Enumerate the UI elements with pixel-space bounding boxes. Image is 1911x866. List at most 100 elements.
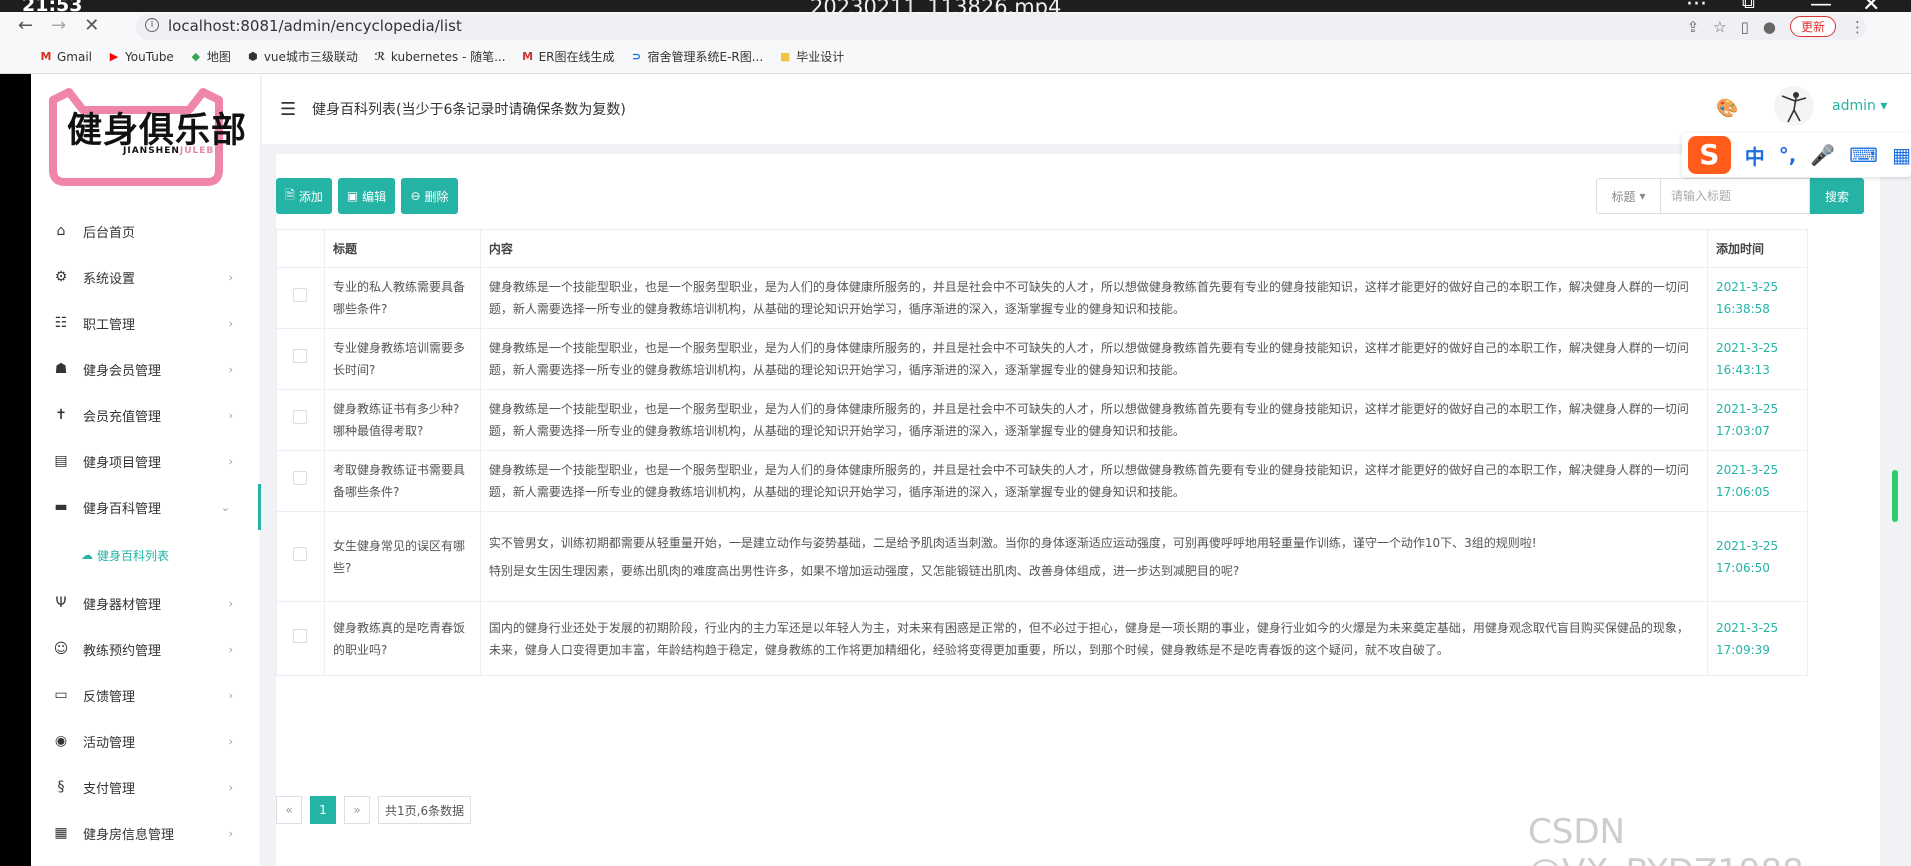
- search-input[interactable]: [1660, 178, 1810, 214]
- stop-icon[interactable]: ✕: [84, 15, 99, 36]
- bookmark-item[interactable]: ℛkubernetes - 随笔...: [374, 48, 506, 65]
- sidebar-item-label: 反馈管理: [83, 689, 136, 705]
- bookmark-item[interactable]: M ER图在线生成: [522, 48, 614, 65]
- update-button[interactable]: 更新: [1789, 16, 1836, 37]
- menu-icon: ◉: [54, 733, 68, 749]
- bookmark-item[interactable]: M Gmail: [40, 50, 93, 64]
- encyclopedia-table: 标题 内容 添加时间 专业的私人教练需要具备哪些条件? 健身教练是一个技能型职业，…: [276, 229, 1808, 676]
- table-row[interactable]: 健身教练证书有多少种? 哪种最值得考取? 健身教练是一个技能型职业，也是一个服务型…: [276, 389, 1808, 451]
- menu-kebab-icon[interactable]: ⋮: [1850, 18, 1865, 36]
- url-text[interactable]: localhost:8081/admin/encyclopedia/list: [168, 17, 462, 35]
- sidebar-item[interactable]: ▤ 健身项目管理 ›: [31, 438, 261, 484]
- video-close-icon[interactable]: ✕: [1862, 0, 1880, 17]
- sidebar-item-label: 教练预约管理: [83, 643, 162, 659]
- row-checkbox[interactable]: [293, 410, 308, 424]
- ime-tool-icon[interactable]: 中: [1745, 141, 1765, 170]
- sidebar-icon[interactable]: ▯: [1741, 18, 1749, 36]
- chevron-icon: ›: [228, 688, 233, 702]
- row-content-text-2: 特别是女生因生理因素，要练出肌肉的难度高出男性许多，如果不增加运动强度，又怎能锻…: [488, 563, 1240, 578]
- sidebar-item[interactable]: ▭ 反馈管理 ›: [31, 672, 261, 718]
- row-checkbox[interactable]: [293, 349, 308, 363]
- table-row[interactable]: 女生健身常见的误区有哪些? 实不管男女，训练初期都需要从轻重量开始，一是建立动作与…: [276, 511, 1808, 602]
- sidebar-item-label: 系统设置: [83, 271, 136, 287]
- bookmark-item[interactable]: ⬢ vue城市三级联动: [247, 48, 358, 65]
- page-1-button[interactable]: 1: [310, 796, 336, 824]
- next-page-button[interactable]: »: [344, 796, 370, 824]
- row-time: 2021-3-25 17:09:39: [1707, 601, 1808, 676]
- bookmark-label: kubernetes - 随笔...: [390, 50, 506, 64]
- prev-page-button[interactable]: «: [276, 796, 302, 824]
- sidebar-item[interactable]: ◉ 活动管理 ›: [31, 718, 261, 764]
- theme-palette-icon[interactable]: 🎨: [1716, 98, 1738, 119]
- search-field-select[interactable]: 标题 ▾: [1596, 178, 1660, 214]
- menu-icon: ✝: [55, 407, 67, 423]
- video-minimize-icon[interactable]: —: [1810, 0, 1832, 17]
- sidebar-item-label: 健身项目管理: [83, 455, 162, 471]
- delete-button-label: 删除: [424, 189, 449, 204]
- bookmark-item[interactable]: ■ 毕业设计: [779, 48, 844, 65]
- delete-button[interactable]: ⊖ 删除: [401, 178, 458, 214]
- table-row[interactable]: 考取健身教练证书需要具备哪些条件? 健身教练是一个技能型职业，也是一个服务型职业，…: [276, 450, 1808, 512]
- row-checkbox[interactable]: [293, 288, 308, 302]
- content-card: 🗎添加 ▣编辑 ⊖删除 标题▾ 搜索 标题 内容 添加时间 专业的私人教练需要具…: [276, 154, 1880, 866]
- row-checkbox[interactable]: [293, 546, 308, 561]
- sidebar-item[interactable]: ☗ 健身会员管理 ›: [31, 346, 261, 392]
- video-more-icon[interactable]: ···: [1686, 0, 1707, 17]
- sogou-logo-icon[interactable]: S: [1688, 136, 1731, 174]
- avatar[interactable]: [1774, 86, 1814, 126]
- site-info-icon[interactable]: i: [145, 18, 159, 32]
- row-checkbox-cell: [276, 601, 325, 676]
- bookmark-icon: M: [522, 49, 534, 63]
- sidebar-item[interactable]: ⚙ 系统设置 ›: [31, 254, 261, 300]
- add-button[interactable]: 🗎 添加: [276, 178, 332, 214]
- sidebar-item[interactable]: ▦ 健身房信息管理 ›: [31, 810, 261, 856]
- bookmark-item[interactable]: ◆ 地图: [190, 48, 231, 65]
- chevron-icon: ›: [228, 642, 233, 656]
- row-checkbox[interactable]: [293, 628, 308, 643]
- page-title: 健身百科列表(当少于6条记录时请确保条数为复数): [312, 102, 626, 118]
- share-icon[interactable]: ⇪: [1687, 18, 1700, 36]
- menu-icon: ⌂: [56, 223, 66, 239]
- row-checkbox[interactable]: [293, 471, 308, 485]
- bookmark-icon: ■: [779, 49, 791, 63]
- bookmark-icon: ⊃: [631, 49, 642, 63]
- profile-icon[interactable]: ●: [1763, 18, 1776, 36]
- table-row[interactable]: 专业健身教练培训需要多长时间? 健身教练是一个技能型职业，也是一个服务型职业，是为…: [276, 328, 1808, 390]
- sidebar-item[interactable]: Ψ 健身器材管理 ›: [31, 580, 261, 626]
- ime-tool-icon[interactable]: ▦: [1892, 143, 1911, 167]
- menu-icon: Ψ: [55, 595, 67, 611]
- back-icon[interactable]: ←: [18, 15, 33, 36]
- row-checkbox-cell: [276, 450, 325, 512]
- scrollbar-thumb[interactable]: [1892, 470, 1898, 522]
- sidebar-subitem-encyclopedia-list[interactable]: ☁ 健身百科列表: [31, 530, 261, 580]
- ime-tool-icon[interactable]: 🎤: [1810, 143, 1835, 167]
- video-pip-icon[interactable]: ⧉: [1742, 0, 1755, 13]
- bookmark-item[interactable]: ⊃ 宿舍管理系统E-R图...: [630, 48, 763, 65]
- sidebar-item[interactable]: ⌂ 后台首页: [31, 208, 261, 254]
- sidebar-item-label: 健身百科管理: [83, 501, 162, 517]
- pagination: « 1 » 共1页,6条数据: [276, 796, 472, 824]
- row-content: 健身教练是一个技能型职业，也是一个服务型职业，是为人们的身体健康所服务的，并且是…: [479, 450, 1709, 512]
- bookmark-star-icon[interactable]: ☆: [1713, 18, 1726, 36]
- bookmark-item[interactable]: ▶ YouTube: [108, 50, 174, 64]
- sidebar-item[interactable]: ☺ 教练预约管理 ›: [31, 626, 261, 672]
- sidebar-item[interactable]: § 支付管理 ›: [31, 764, 261, 810]
- search-button[interactable]: 搜索: [1810, 178, 1864, 214]
- user-menu[interactable]: admin ▾: [1832, 98, 1887, 114]
- sidebar-item[interactable]: ☷ 职工管理 ›: [31, 300, 261, 346]
- bookmark-icon: ◆: [191, 49, 201, 63]
- ime-tool-icon[interactable]: °,: [1779, 143, 1797, 167]
- table-row[interactable]: 健身教练真的是吃青春饭的职业吗? 国内的健身行业还处于发展的初期阶段，行业内的主力…: [276, 601, 1808, 676]
- ime-tool-icon[interactable]: ⌨: [1849, 143, 1878, 167]
- table-row[interactable]: 专业的私人教练需要具备哪些条件? 健身教练是一个技能型职业，也是一个服务型职业，是…: [276, 267, 1808, 329]
- nav-buttons: ← → ✕: [18, 15, 99, 36]
- browser-chrome: ← → ✕ i localhost:8081/admin/encyclopedi…: [0, 12, 1911, 74]
- edit-icon: ▣: [346, 189, 359, 203]
- hamburger-menu-icon[interactable]: ☰: [280, 99, 298, 120]
- screen: 21:53 20230211_113826.mp4 ··· ⧉ — ✕ ← → …: [0, 0, 1911, 866]
- forward-icon[interactable]: →: [51, 15, 66, 36]
- sidebar-item[interactable]: ▬ 健身百科管理 ⌄: [31, 484, 261, 530]
- edit-button[interactable]: ▣ 编辑: [338, 178, 395, 214]
- sidebar-item[interactable]: ✝ 会员充值管理 ›: [31, 392, 261, 438]
- bookmark-icon: ⬢: [248, 49, 258, 63]
